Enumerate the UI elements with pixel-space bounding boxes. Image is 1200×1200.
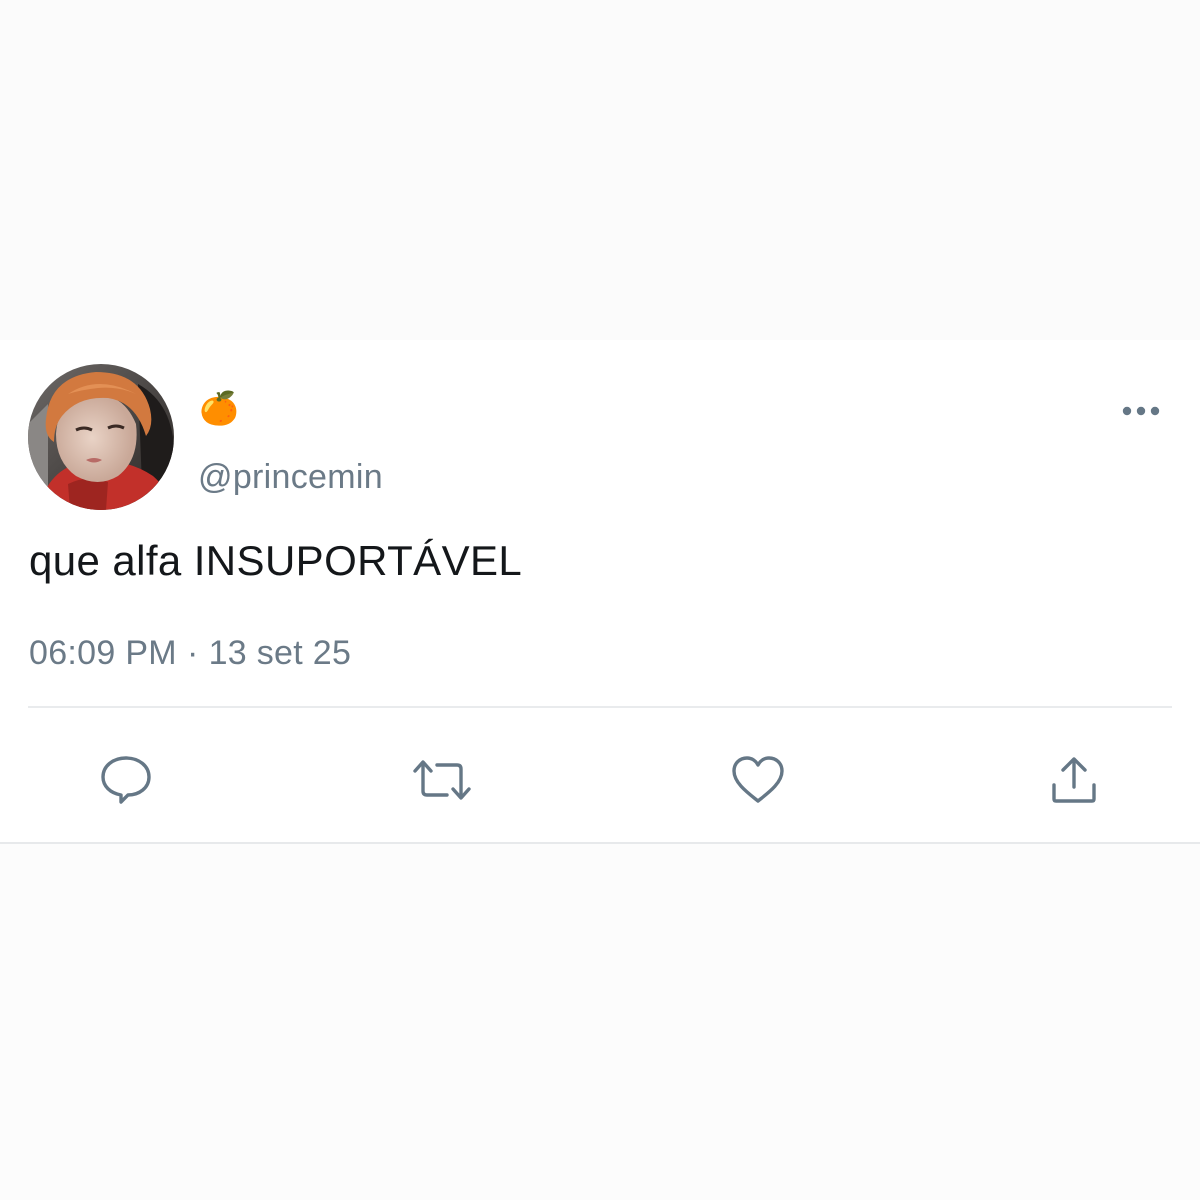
display-name[interactable]: 🍊 — [199, 390, 239, 426]
retweet-button[interactable] — [410, 748, 474, 812]
share-button[interactable] — [1042, 748, 1106, 812]
more-options-button[interactable] — [1118, 398, 1164, 424]
top-blank-area — [0, 0, 1200, 340]
reply-button[interactable] — [94, 748, 158, 812]
tweet-time: 06:09 PM — [29, 634, 177, 672]
more-horizontal-icon — [1122, 406, 1160, 416]
meta-separator: · — [186, 634, 199, 672]
tweet-date: 13 set 25 — [208, 634, 352, 672]
reply-bubble-icon — [101, 756, 151, 804]
bottom-blank-area — [0, 844, 1200, 1200]
share-upload-icon — [1052, 757, 1096, 803]
heart-icon — [732, 756, 784, 803]
avatar[interactable] — [28, 364, 174, 510]
user-handle[interactable]: @princemin — [198, 457, 383, 497]
like-button[interactable] — [726, 748, 790, 812]
tweet-card: 🍊 @princemin que alfa INSUPORTÁVEL 06:09… — [0, 340, 1200, 844]
tweet-text: que alfa INSUPORTÁVEL — [29, 537, 523, 584]
action-divider — [28, 706, 1172, 708]
retweet-icon — [413, 760, 471, 800]
tweet-timestamp[interactable]: 06:09 PM · 13 set 25 — [29, 633, 351, 673]
avatar-photo — [28, 364, 174, 510]
